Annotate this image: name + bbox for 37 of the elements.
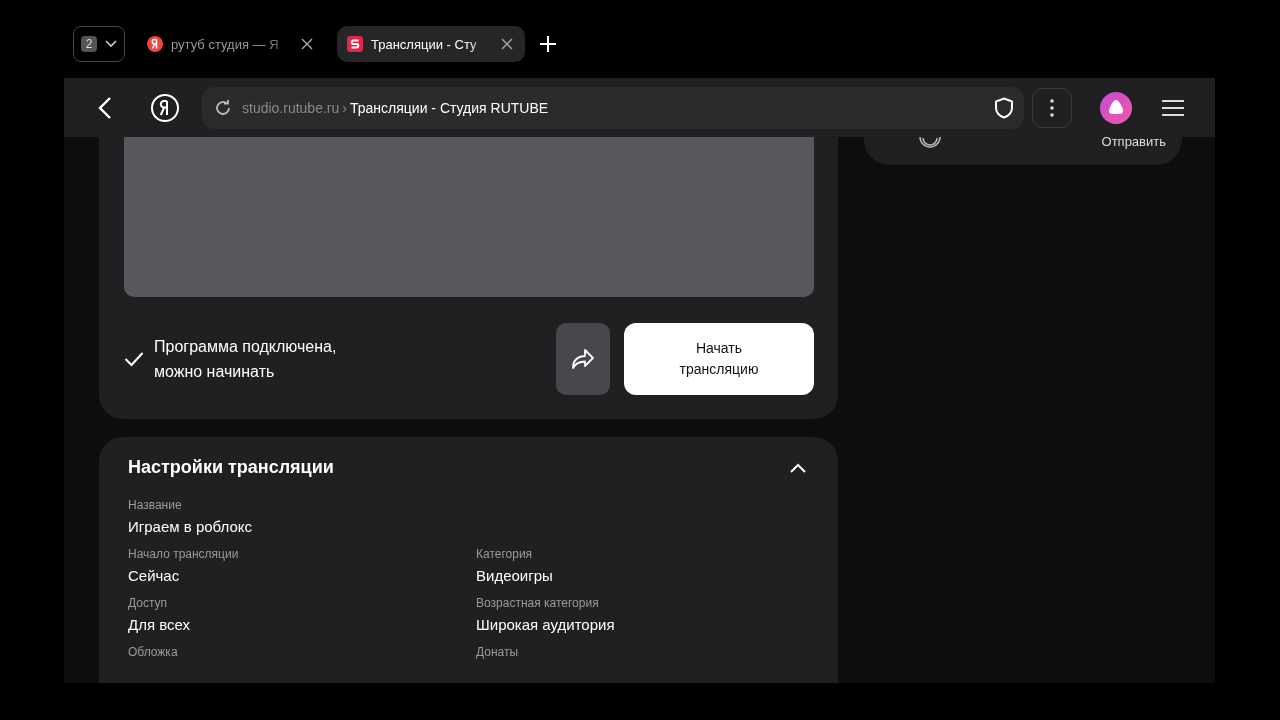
share-button[interactable] — [556, 323, 610, 395]
field-value: Видеоигры — [476, 567, 554, 584]
send-label[interactable]: Отправить — [1101, 137, 1166, 149]
menu-icon[interactable] — [1161, 98, 1185, 117]
close-icon[interactable] — [301, 38, 313, 50]
shield-icon[interactable] — [994, 96, 1014, 119]
field-value: Широкая аудитория — [476, 616, 616, 633]
field-label: Донаты — [476, 645, 520, 659]
chevron-down-icon — [105, 40, 117, 48]
square-logo-icon — [347, 36, 363, 52]
more-button[interactable] — [1032, 87, 1072, 128]
start-stream-button[interactable]: Начать трансляцию — [624, 323, 814, 395]
section-title: Настройки трансляции — [128, 457, 334, 478]
back-icon[interactable] — [98, 95, 112, 120]
browser-tab[interactable]: Трансляции - Сту — [337, 26, 525, 62]
field-label: Обложка — [128, 645, 179, 659]
field-label: Категория — [476, 547, 534, 561]
circle-logo-icon[interactable] — [150, 92, 180, 123]
reload-icon[interactable] — [214, 98, 232, 117]
tab-counter[interactable]: 2 — [73, 26, 125, 62]
field-value: Играем в роблокс — [128, 518, 253, 535]
field-label: Доступ — [128, 596, 169, 610]
browser-tab[interactable]: рутуб студия — Я — [137, 26, 325, 62]
menu-dots-icon — [1050, 98, 1054, 117]
field-value: Для всех — [128, 616, 191, 633]
connection-status: Программа подключена, можно начинать — [154, 337, 338, 382]
field-label: Начало трансляции — [128, 547, 240, 561]
circle-logo-icon — [147, 36, 163, 52]
field-label: Название — [128, 498, 183, 512]
field-label: Возрастная категория — [476, 596, 600, 610]
chevron-icon[interactable] — [790, 462, 806, 473]
field-value: Сейчас — [128, 567, 181, 584]
share-arrow-icon — [571, 348, 595, 370]
assistant-icon[interactable] — [1100, 91, 1132, 124]
close-icon[interactable] — [501, 38, 513, 50]
address-bar[interactable]: studio.rutube.ru › Трансляции - Студия RUTUBE — [202, 86, 1024, 129]
new-tab-icon[interactable] — [539, 35, 557, 53]
